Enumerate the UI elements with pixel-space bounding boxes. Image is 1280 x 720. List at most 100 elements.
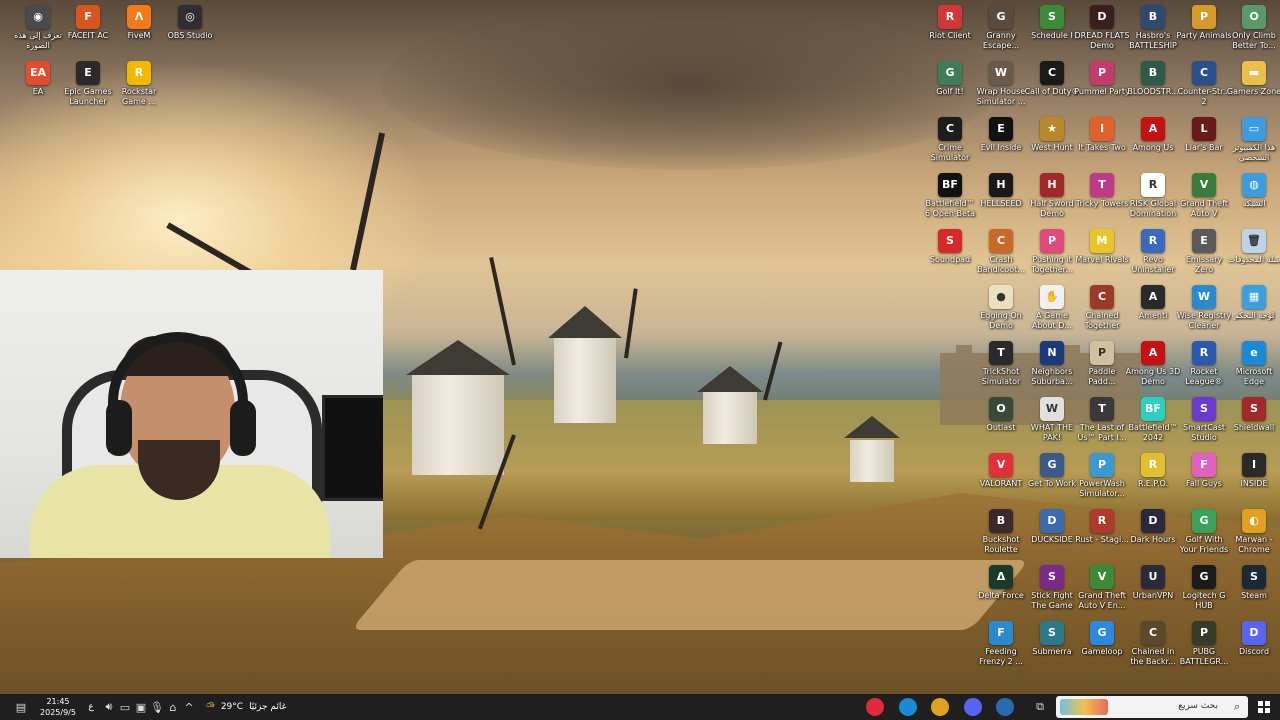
desktop-icon[interactable]: R R.E.P.O.: [1125, 453, 1181, 489]
desktop-icon[interactable]: P Pushing it Together...: [1024, 229, 1080, 275]
desktop-icon[interactable]: R Revo Uninstaller: [1125, 229, 1181, 275]
desktop-icon[interactable]: C Crash Bandicoot...: [973, 229, 1029, 275]
desktop-icon[interactable]: EA EA: [10, 61, 66, 97]
display-button[interactable]: ▣: [134, 694, 148, 720]
desktop-icon[interactable]: Λ FiveM: [111, 5, 167, 41]
taskbar-app-chrome[interactable]: [931, 698, 949, 716]
desktop-icon[interactable]: R Rockstar Game ...: [111, 61, 167, 107]
desktop-icon[interactable]: V Grand Theft Auto V En...: [1074, 565, 1130, 611]
desktop-icon[interactable]: T TrickShot Simulator: [973, 341, 1029, 387]
desktop-icon[interactable]: BF Battlefield™ 6 Open Beta: [922, 173, 978, 219]
microphone-button[interactable]: 🎙︎: [150, 694, 164, 720]
desktop-icon[interactable]: A Among Us 3D Demo: [1125, 341, 1181, 387]
taskbar-app-steam[interactable]: [996, 698, 1014, 716]
desktop-icon[interactable]: L Liar's Bar: [1176, 117, 1232, 153]
desktop-icon[interactable]: C Counter-Str... 2: [1176, 61, 1232, 107]
task-view-button[interactable]: ⧉: [1030, 694, 1050, 720]
tray-overflow-button[interactable]: ^: [182, 694, 196, 720]
desktop-icon[interactable]: C Chained in the Backr...: [1125, 621, 1181, 667]
desktop-icon[interactable]: ▦ لوحة التحكم: [1226, 285, 1280, 321]
taskbar-app-discord[interactable]: [964, 698, 982, 716]
desktop-icon[interactable]: S Submerra: [1024, 621, 1080, 657]
desktop-icon[interactable]: D DREAD FLATS Demo: [1074, 5, 1130, 51]
desktop-icon[interactable]: e Microsoft Edge: [1226, 341, 1280, 387]
desktop-icon[interactable]: G Logitech G HUB: [1176, 565, 1232, 611]
desktop-icon[interactable]: S Soundpad: [922, 229, 978, 265]
start-button[interactable]: [1258, 701, 1270, 713]
desktop-icon[interactable]: ● Egging On Demo: [973, 285, 1029, 331]
desktop-icon[interactable]: R RISK Global Domination: [1125, 173, 1181, 219]
desktop-icon[interactable]: E Emissary Zero: [1176, 229, 1232, 275]
desktop-icon[interactable]: Δ Delta Force: [973, 565, 1029, 601]
desktop-icon[interactable]: P Pummel Party: [1074, 61, 1130, 97]
desktop-icon[interactable]: R Rocket League®: [1176, 341, 1232, 387]
desktop-icon[interactable]: O Only Climb Better To...: [1226, 5, 1280, 51]
volume-button[interactable]: 🔊︎: [102, 694, 116, 720]
desktop-icon[interactable]: I It Takes Two: [1074, 117, 1130, 153]
desktop-icon[interactable]: P Party Animals: [1176, 5, 1232, 41]
usb-button[interactable]: ⌂: [166, 694, 180, 720]
language-indicator[interactable]: ع: [84, 694, 98, 720]
desktop-icon[interactable]: N Neighbors Suburba...: [1024, 341, 1080, 387]
taskbar-clock[interactable]: 21:45 2025/9/5: [36, 696, 80, 718]
desktop-icon[interactable]: D DUCKSIDE: [1024, 509, 1080, 545]
desktop-icon[interactable]: B Hasbro's BATTLESHIP: [1125, 5, 1181, 51]
desktop-icon[interactable]: G Golf It!: [922, 61, 978, 97]
desktop-icon[interactable]: P Paddle Padd...: [1074, 341, 1130, 387]
desktop-icon[interactable]: F Feeding Frenzy 2 ...: [973, 621, 1029, 667]
desktop-icon[interactable]: I INSIDE: [1226, 453, 1280, 489]
desktop-icon[interactable]: A Among Us: [1125, 117, 1181, 153]
desktop-icon[interactable]: ◐ Marwan - Chrome: [1226, 509, 1280, 555]
desktop-icon[interactable]: S Schedule I: [1024, 5, 1080, 41]
desktop-icon[interactable]: B BLOODSTR...: [1125, 61, 1181, 97]
desktop-icon[interactable]: G Get To Work: [1024, 453, 1080, 489]
desktop-icon[interactable]: T Tricky Towers: [1074, 173, 1130, 209]
desktop-icon[interactable]: V Grand Theft Auto V: [1176, 173, 1232, 219]
network-button[interactable]: ▭: [118, 694, 132, 720]
desktop-icon[interactable]: E Evil Inside: [973, 117, 1029, 153]
desktop-icon[interactable]: ★ West Hunt: [1024, 117, 1080, 153]
desktop-icon[interactable]: ◎ OBS Studio: [162, 5, 218, 41]
desktop-icon[interactable]: G Granny Escape...: [973, 5, 1029, 51]
desktop-icon[interactable]: T The Last of Us™ Part I...: [1074, 397, 1130, 443]
desktop-icon[interactable]: A Amenti: [1125, 285, 1181, 321]
desktop-icon[interactable]: D Dark Hours: [1125, 509, 1181, 545]
desktop-icon[interactable]: W Wise Registry Cleaner: [1176, 285, 1232, 331]
desktop-icon[interactable]: ◍ الشبكة: [1226, 173, 1280, 209]
desktop-icon[interactable]: W WHAT THE PAK!: [1024, 397, 1080, 443]
desktop-icon[interactable]: O Outlast: [973, 397, 1029, 433]
desktop-icon[interactable]: P PUBG BATTLEGR...: [1176, 621, 1232, 667]
desktop-icon[interactable]: E Epic Games Launcher: [60, 61, 116, 107]
desktop-icon[interactable]: ◉ تعرف إلى هذه الصورة: [10, 5, 66, 51]
desktop-icon[interactable]: U UrbanVPN: [1125, 565, 1181, 601]
notification-center-button[interactable]: ▤: [8, 694, 34, 720]
desktop-icon[interactable]: W Wrap House Simulator ...: [973, 61, 1029, 107]
weather-widget[interactable]: ⛅︎ 29°C غائم جزئيًا: [206, 694, 296, 720]
desktop-icon[interactable]: G Gameloop: [1074, 621, 1130, 657]
desktop-icon[interactable]: R Rust - Stagi...: [1074, 509, 1130, 545]
desktop-icon[interactable]: G Golf With Your Friends: [1176, 509, 1232, 555]
desktop-icon[interactable]: 🗑 سلة المحذوفات: [1226, 229, 1280, 265]
desktop-icon[interactable]: ✋ A Game About D...: [1024, 285, 1080, 331]
desktop-icon[interactable]: BF Battlefield™ 2042: [1125, 397, 1181, 443]
desktop-icon[interactable]: D Discord: [1226, 621, 1280, 657]
desktop-icon[interactable]: C Chained Together: [1074, 285, 1130, 331]
desktop-icon[interactable]: S Shieldwall: [1226, 397, 1280, 433]
desktop-icon[interactable]: ▭ هذا الكمبيوتر الشخصي: [1226, 117, 1280, 163]
desktop-icon[interactable]: H HELLSEED: [973, 173, 1029, 209]
desktop-icon[interactable]: S SmartCast Studio: [1176, 397, 1232, 443]
desktop-icon[interactable]: F FACEIT AC: [60, 5, 116, 41]
desktop-icon[interactable]: R Riot Client: [922, 5, 978, 41]
desktop-icon[interactable]: S Steam: [1226, 565, 1280, 601]
desktop-icon[interactable]: B Buckshot Roulette: [973, 509, 1029, 555]
taskbar-search-box[interactable]: بحث سريع ⌕: [1056, 696, 1248, 718]
taskbar-app-edge[interactable]: [899, 698, 917, 716]
desktop-icon[interactable]: C Crime Simulator: [922, 117, 978, 163]
desktop-icon[interactable]: P PowerWash Simulator...: [1074, 453, 1130, 499]
desktop-icon[interactable]: C Call of Duty®: [1024, 61, 1080, 97]
taskbar-app-opera-gx[interactable]: [866, 698, 884, 716]
desktop-icon[interactable]: S Stick Fight The Game: [1024, 565, 1080, 611]
desktop-icon[interactable]: H Half Sword Demo: [1024, 173, 1080, 219]
desktop-icon[interactable]: V VALORANT: [973, 453, 1029, 489]
desktop-icon[interactable]: F Fall Guys: [1176, 453, 1232, 489]
